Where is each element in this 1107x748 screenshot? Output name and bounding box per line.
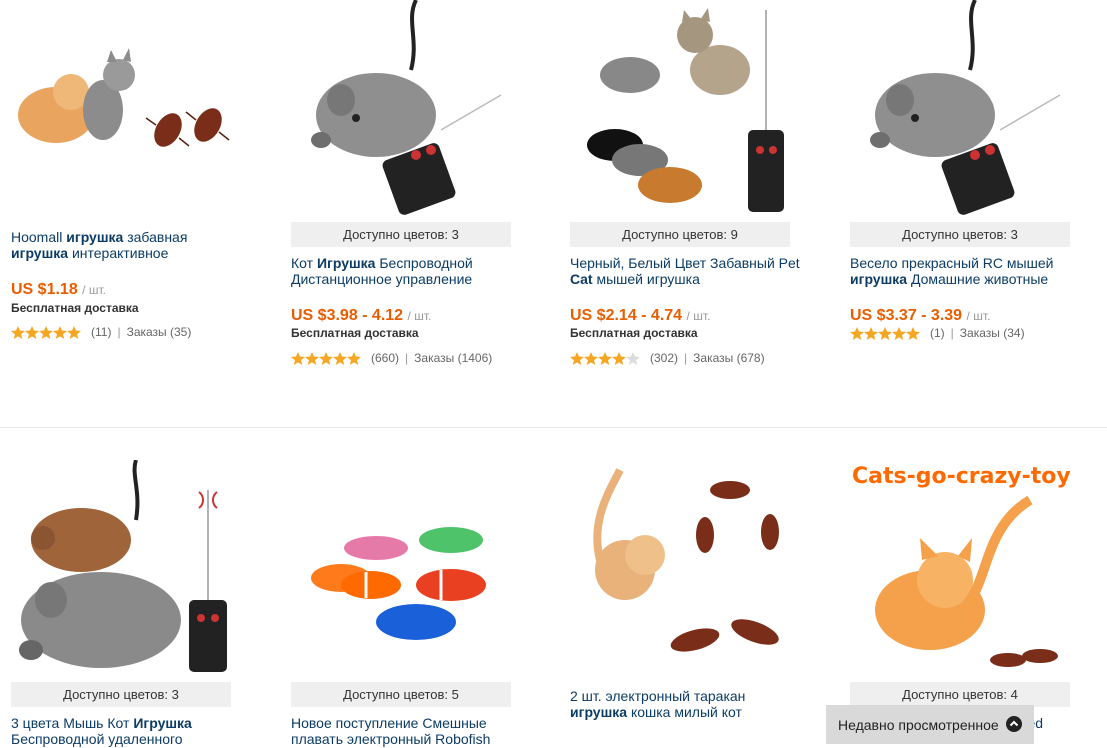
promo-banner: Cats-go-crazy-toy: [852, 464, 1070, 489]
rating-row[interactable]: (11) | Заказы (35): [11, 325, 191, 339]
product-title[interactable]: 2 шт. электронный таракан игрушка кошка …: [570, 688, 800, 720]
product-image[interactable]: Cats-go-crazy-toy: [850, 460, 1070, 680]
separator: |: [405, 351, 409, 365]
available-colors: Доступно цветов: 3: [11, 682, 231, 707]
chevron-up-icon[interactable]: [1006, 716, 1022, 732]
product-title[interactable]: Черный, Белый Цвет Забавный Pet Cat мыше…: [570, 255, 800, 287]
product-title[interactable]: Весело прекрасный RC мышей игрушка Домаш…: [850, 255, 1080, 287]
product-price: US $1.18 / шт.: [11, 281, 106, 298]
orders-count[interactable]: Заказы (678): [693, 351, 764, 365]
orders-count[interactable]: Заказы (34): [960, 326, 1025, 340]
available-colors: Доступно цветов: 4: [850, 682, 1070, 707]
available-colors: Доступно цветов: 3: [850, 222, 1070, 247]
orders-count[interactable]: Заказы (1406): [414, 351, 492, 365]
rating-count[interactable]: (11): [91, 325, 111, 339]
separator: |: [117, 325, 121, 339]
product-price: US $3.37 - 3.39 / шт.: [850, 307, 991, 324]
product-image[interactable]: [11, 30, 231, 180]
star-rating-icon: [850, 326, 920, 340]
rating-row[interactable]: (1) | Заказы (34): [850, 326, 1025, 340]
rating-row[interactable]: (660) | Заказы (1406): [291, 351, 492, 365]
rating-count[interactable]: (1): [930, 326, 945, 340]
product-image[interactable]: [570, 0, 790, 220]
star-rating-icon: [291, 351, 361, 365]
product-image[interactable]: [291, 460, 511, 680]
star-rating-icon: [11, 325, 81, 339]
product-price: US $2.14 - 4.74 / шт.: [570, 307, 711, 324]
rating-row[interactable]: (302) | Заказы (678): [570, 351, 765, 365]
recently-viewed-label: Недавно просмотренное: [838, 716, 999, 733]
separator: |: [684, 351, 688, 365]
available-colors: Доступно цветов: 5: [291, 682, 511, 707]
shipping-label: Бесплатная доставка: [570, 326, 698, 340]
product-grid: Hoomall игрушка забавная игрушка интерак…: [0, 0, 1107, 748]
product-price: US $3.98 - 4.12 / шт.: [291, 307, 432, 324]
rating-count[interactable]: (302): [650, 351, 678, 365]
rating-count[interactable]: (660): [371, 351, 399, 365]
product-title[interactable]: Новое поступление Смешные плавать электр…: [291, 715, 521, 747]
product-image[interactable]: [850, 0, 1070, 220]
product-image[interactable]: [570, 460, 790, 680]
available-colors: Доступно цветов: 3: [291, 222, 511, 247]
shipping-label: Бесплатная доставка: [11, 301, 139, 315]
available-colors: Доступно цветов: 9: [570, 222, 790, 247]
separator: |: [950, 326, 954, 340]
product-image[interactable]: [291, 0, 511, 220]
shipping-label: Бесплатная доставка: [291, 326, 419, 340]
product-title[interactable]: Hoomall игрушка забавная игрушка интерак…: [11, 229, 241, 261]
star-rating-icon: [570, 351, 640, 365]
orders-count[interactable]: Заказы (35): [127, 325, 192, 339]
row-divider: [0, 427, 1107, 428]
product-title[interactable]: Кот Игрушка Беспроводной Дистанционное у…: [291, 255, 521, 287]
recently-viewed-button[interactable]: Недавно просмотренное: [826, 705, 1034, 744]
product-image[interactable]: [11, 460, 231, 680]
product-title[interactable]: 3 цвета Мышь Кот Игрушка Беспроводной уд…: [11, 715, 241, 747]
